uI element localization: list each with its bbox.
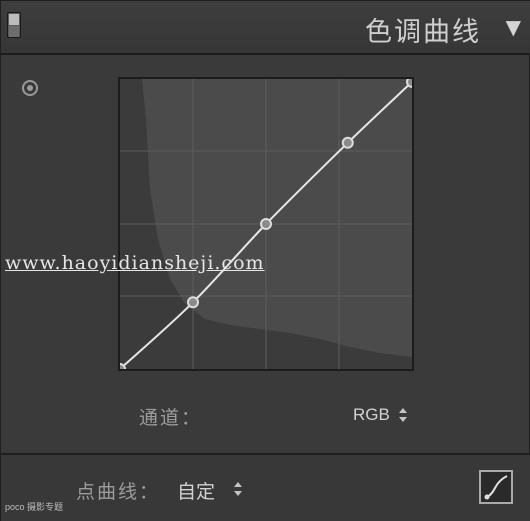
panel-switch-top xyxy=(9,14,19,25)
target-adjust-icon[interactable] xyxy=(22,80,38,96)
channel-stepper-icon[interactable] xyxy=(398,408,408,422)
watermark-text: www.haoyidiansheji.com xyxy=(5,252,265,274)
curve-control-point[interactable] xyxy=(260,218,272,230)
curve-control-point[interactable] xyxy=(406,79,412,88)
curve-control-point[interactable] xyxy=(187,296,199,309)
poco-logo: poco 摄影专题 xyxy=(5,502,64,512)
tone-curve-graph[interactable] xyxy=(118,77,414,371)
curve-svg xyxy=(120,79,412,369)
point-curve-label: 点曲线： xyxy=(76,481,161,503)
curve-control-point[interactable] xyxy=(341,136,354,149)
channel-label: 通道： xyxy=(139,407,203,429)
panel-switch-bottom xyxy=(9,26,19,37)
curve-edit-mode-button[interactable] xyxy=(479,470,513,504)
panel-header[interactable]: 色调曲线 ▼ xyxy=(1,1,530,55)
collapse-triangle-icon[interactable]: ▼ xyxy=(506,15,521,39)
point-curve-select[interactable]: 自定 xyxy=(177,477,215,504)
point-curve-stepper-icon[interactable] xyxy=(233,482,243,496)
curve-mode-icon xyxy=(484,475,508,500)
tone-curve-panel: 色调曲线 ▼ www.haoyidiansheji.com 通道： RGB 点曲… xyxy=(0,0,530,521)
panel-switch-icon[interactable] xyxy=(7,12,21,38)
channel-select[interactable]: RGB xyxy=(353,405,390,425)
panel-title: 色调曲线 xyxy=(365,17,481,48)
